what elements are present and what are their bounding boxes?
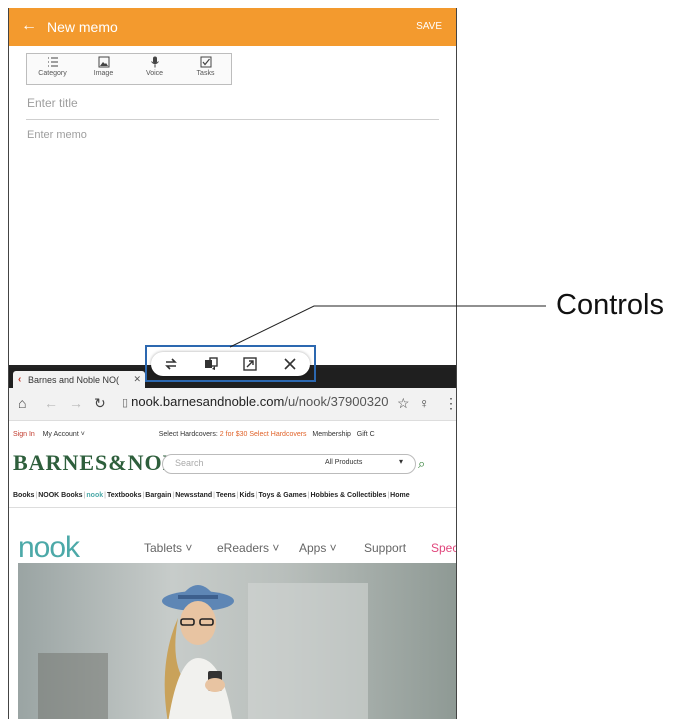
home-icon[interactable]: ⌂: [18, 395, 26, 411]
divider: [9, 507, 456, 508]
list-icon: [47, 57, 58, 67]
promo-prefix: Select Hardcovers:: [158, 431, 220, 438]
drag-content-button[interactable]: [200, 353, 222, 375]
microphone-icon: [150, 56, 159, 68]
my-account-link[interactable]: My Account ˅: [43, 431, 85, 438]
split-window-controls: [151, 352, 310, 376]
site-search[interactable]: Search All Products ▾: [162, 454, 416, 474]
nav-nook[interactable]: nook: [86, 492, 103, 499]
back-icon[interactable]: ←: [44, 395, 58, 411]
chevron-down-icon: ▾: [399, 457, 404, 466]
utility-bar: Sign In My Account ˅ Select Hardcovers: …: [13, 431, 456, 438]
controls-callout-label: Controls: [556, 289, 664, 321]
divider: [26, 119, 439, 120]
nav-teens[interactable]: Teens: [216, 492, 236, 499]
category-nav: Books|NOOK Books|nook|Textbooks|Bargain|…: [13, 492, 410, 499]
close-icon: [284, 358, 296, 370]
memo-body-input[interactable]: Enter memo: [27, 129, 87, 141]
memo-title-input[interactable]: Enter title: [27, 96, 78, 110]
overflow-menu-icon[interactable]: ⋮: [444, 395, 456, 412]
memo-toolbar: Category Image Voice Tasks: [26, 53, 232, 85]
url-host: nook.barnesandnoble.com: [131, 394, 285, 409]
web-page: Sign In My Account ˅ Select Hardcovers: …: [9, 421, 456, 719]
nav-hobbies[interactable]: Hobbies & Collectibles: [310, 492, 386, 499]
maximize-window-button[interactable]: [239, 353, 261, 375]
nav-apps[interactable]: Apps ˅: [299, 541, 337, 555]
promo-link[interactable]: 2 for $30 Select Hardcovers: [220, 431, 307, 438]
nav-textbooks[interactable]: Textbooks: [107, 492, 142, 499]
nav-specials[interactable]: Speci: [431, 541, 456, 555]
nav-kids[interactable]: Kids: [240, 492, 255, 499]
microphone-icon[interactable]: ♀: [419, 395, 430, 411]
nav-tablets[interactable]: Tablets ˅: [144, 541, 192, 555]
controls-highlight: [145, 345, 316, 382]
gift-link[interactable]: Gift C: [357, 431, 375, 438]
drag-and-drop-icon: [204, 357, 218, 370]
image-button[interactable]: Image: [78, 54, 129, 84]
nav-newsstand[interactable]: Newsstand: [175, 492, 212, 499]
search-category-select[interactable]: All Products: [325, 459, 362, 466]
sign-in-link[interactable]: Sign In: [13, 431, 35, 438]
tasks-label: Tasks: [196, 70, 215, 77]
forward-icon[interactable]: →: [69, 395, 83, 411]
nav-books[interactable]: Books: [13, 492, 34, 499]
bookmark-star-icon[interactable]: ☆: [397, 395, 410, 412]
nav-home[interactable]: Home: [390, 492, 409, 499]
nav-toys-games[interactable]: Toys & Games: [259, 492, 307, 499]
nav-bargain[interactable]: Bargain: [145, 492, 171, 499]
memo-title: New memo: [47, 19, 118, 35]
category-button[interactable]: Category: [27, 54, 78, 84]
save-button[interactable]: SAVE: [416, 21, 442, 32]
close-window-button[interactable]: [279, 353, 301, 375]
tab-close-icon[interactable]: ✕: [133, 374, 141, 385]
nav-support[interactable]: Support: [364, 541, 406, 555]
expand-icon: [243, 357, 258, 371]
nook-logo[interactable]: nook: [18, 531, 80, 565]
memo-app-bar: ← New memo SAVE: [9, 8, 456, 46]
browser-toolbar: ⌂ ← → ↻ ▯ nook.barnesandnoble.com/u/nook…: [9, 388, 456, 421]
hero-image[interactable]: [18, 563, 456, 719]
checkbox-icon: [200, 56, 211, 68]
tasks-button[interactable]: Tasks: [180, 54, 231, 84]
browser-tab[interactable]: ‹ Barnes and Noble NO( ✕: [13, 371, 145, 388]
swap-icon: [164, 358, 177, 370]
voice-label: Voice: [145, 70, 164, 77]
search-icon[interactable]: ⌕: [418, 456, 425, 472]
category-label: Category: [38, 70, 67, 77]
image-label: Image: [93, 70, 114, 77]
search-input[interactable]: Search: [175, 458, 204, 468]
woman-reading-phone-photo: [38, 583, 368, 719]
address-bar[interactable]: ▯ nook.barnesandnoble.com/u/nook/3790032…: [122, 394, 388, 409]
tab-title: Barnes and Noble NO(: [28, 375, 120, 385]
page-icon: ▯: [122, 397, 132, 409]
browser-window: ‹ Barnes and Noble NO( ✕ ⌂ ← → ↻ ▯ nook.…: [9, 368, 456, 719]
nav-ereaders[interactable]: eReaders ˅: [217, 541, 279, 555]
url-path: /u/nook/37900320: [284, 394, 389, 409]
membership-link[interactable]: Membership: [312, 431, 351, 438]
favicon-icon: ‹: [18, 374, 22, 385]
reload-icon[interactable]: ↻: [94, 395, 106, 412]
image-icon: [98, 56, 109, 68]
voice-button[interactable]: Voice: [129, 54, 180, 84]
back-arrow-icon[interactable]: ←: [21, 17, 37, 35]
nav-nook-books[interactable]: NOOK Books: [38, 492, 82, 499]
switch-windows-button[interactable]: [160, 353, 182, 375]
